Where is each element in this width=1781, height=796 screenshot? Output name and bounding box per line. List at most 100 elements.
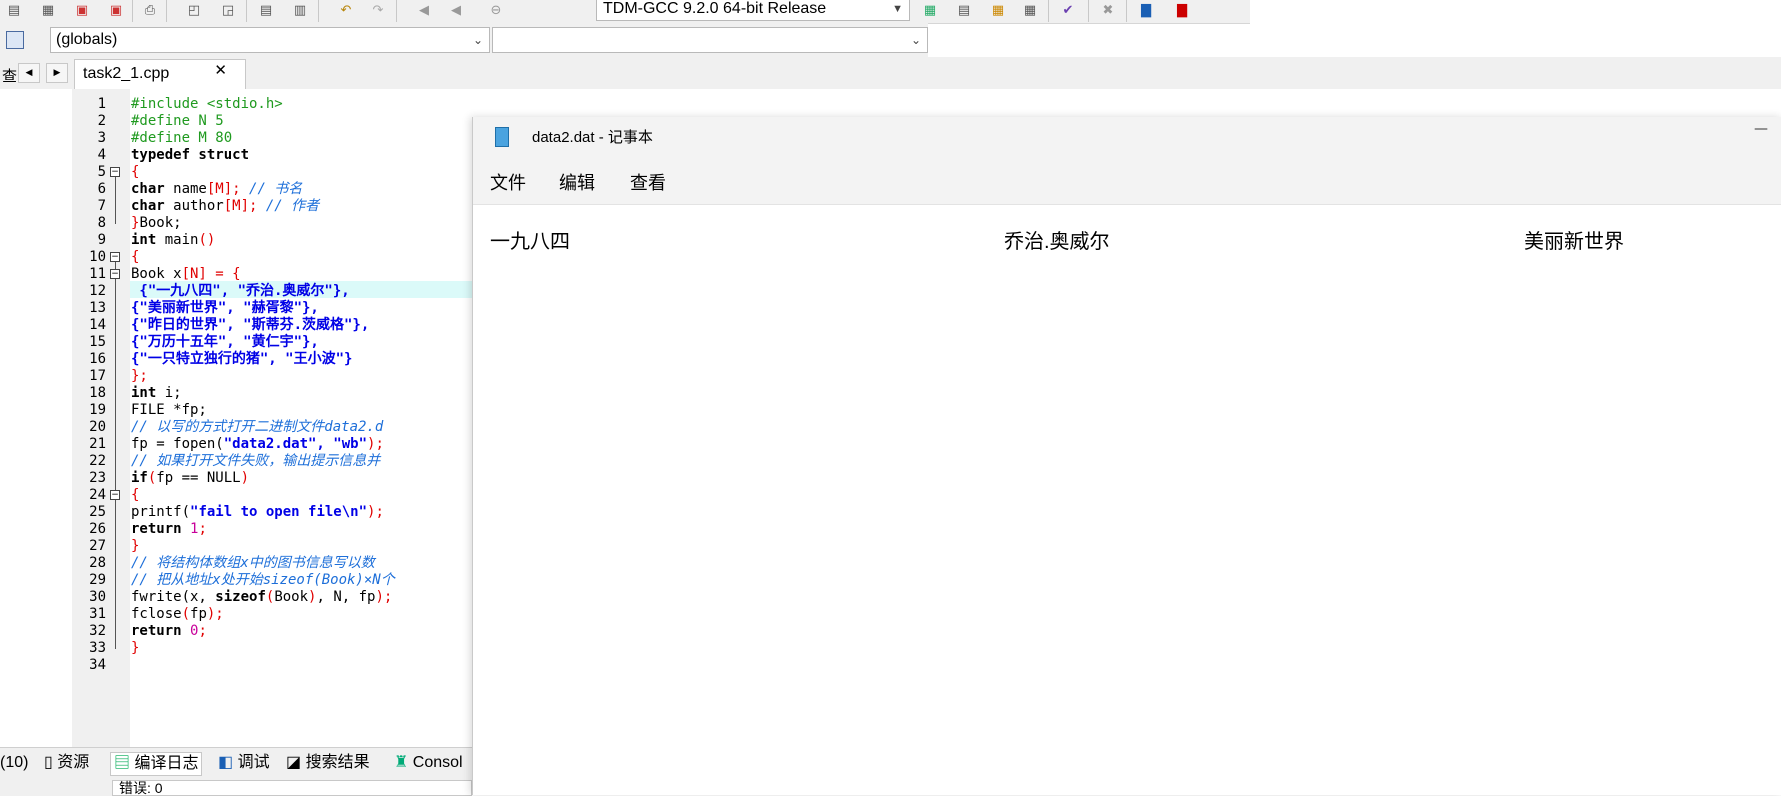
code-token: {"万历十五年", "黄仁宇"}, [131,334,319,350]
code-line[interactable]: { [131,487,139,504]
notepad-titlebar[interactable]: data2.dat - 记事本 — [473,117,1781,157]
line-number: 10 [89,249,106,265]
code-token: , N, fp [316,589,376,605]
bookmark-icon[interactable]: ▥ [290,1,310,19]
code-token: main [156,232,199,248]
member-combo[interactable]: ⌄ [492,27,928,53]
grid-icon[interactable]: ▦ [988,1,1008,19]
code-line[interactable]: fwrite(x, sizeof(Book), N, fp); [131,589,392,606]
run-icon[interactable]: ◀ [446,1,466,19]
code-line[interactable]: typedef struct [131,147,249,164]
chevron-down-icon: ⌄ [910,33,921,47]
fold-toggle-icon[interactable]: − [110,252,120,262]
notepad-text-title1[interactable]: 一九八四 [490,225,570,254]
code-line[interactable]: { [131,249,139,266]
window-icon[interactable]: ▤ [954,1,974,19]
tab-messages[interactable]: (10) [0,752,28,774]
tab-debug[interactable]: ◧ 调试 [218,752,270,774]
fold-toggle-icon[interactable]: − [110,167,120,177]
minimize-icon[interactable]: — [1754,121,1768,137]
tab-scroll-left-button[interactable]: ◀ [18,63,40,83]
tab-resources[interactable]: ▯ 资源 [44,752,89,774]
class-browser-icon[interactable] [6,31,24,49]
new-file-icon[interactable]: ▤ [4,1,24,19]
menu-edit[interactable]: 编辑 [559,169,595,195]
code-line[interactable]: {"美丽新世界", "赫胥黎"}, [131,300,319,317]
save-icon[interactable]: ▦ [38,1,58,19]
profile-icon[interactable]: ▇ [1172,1,1192,19]
code-line[interactable]: }Book; [131,215,182,232]
code-line[interactable]: {"一只特立独行的猪", "王小波"} [131,351,352,368]
side-panel-label: 查 [2,67,18,85]
code-line[interactable]: { [131,164,139,181]
tab-compile-log[interactable]: ▤ 编译日志 [110,752,203,776]
check-icon[interactable]: ✔ [1058,1,1078,19]
layout-icon[interactable]: ▦ [920,1,940,19]
line-number: 21 [89,436,106,452]
print-icon[interactable]: ⎙ [140,1,160,19]
tab-scroll-right-button[interactable]: ▶ [46,63,68,83]
tab-label: 编译日志 [134,755,199,772]
close-file-icon[interactable]: ▣ [106,1,126,19]
replace-icon[interactable]: ◲ [218,1,238,19]
notepad-text-title2[interactable]: 美丽新世界 [1524,225,1624,254]
delete-icon[interactable]: ✖ [1098,1,1118,19]
menu-view[interactable]: 查看 [630,169,666,195]
find-icon[interactable]: ◰ [184,1,204,19]
code-line[interactable]: Book x[N] = { [131,266,241,283]
code-line[interactable]: {"昨日的世界", "斯蒂芬.茨威格"}, [131,317,369,334]
code-token: // 如果打开文件失败，输出提示信息并 [131,453,381,469]
line-number: 25 [89,504,106,520]
tab-label: Consol [412,754,463,771]
save-all-icon[interactable]: ▣ [72,1,92,19]
code-line[interactable]: {"万历十五年", "黄仁宇"}, [131,334,319,351]
code-line[interactable]: FILE *fp; [131,402,207,419]
line-number: 13 [89,300,106,316]
goto-icon[interactable]: ▤ [256,1,276,19]
stop-icon[interactable]: ⊖ [486,1,506,19]
code-token: [M]; [206,181,241,197]
tiles-icon[interactable]: ▦ [1020,1,1040,19]
redo-icon[interactable]: ↷ [368,1,388,19]
code-token: }; [131,368,148,384]
code-line[interactable]: int main() [131,232,215,249]
code-line[interactable]: {"一九八四", "乔治.奥威尔"}, [131,283,349,300]
compile-icon[interactable]: ◀ [414,1,434,19]
code-line[interactable]: // 将结构体数组x中的图书信息写以数 [131,555,375,572]
code-line[interactable]: #define M 80 [131,130,232,147]
code-line[interactable]: if(fp == NULL) [131,470,249,487]
code-token: Book [274,589,309,605]
fold-toggle-icon[interactable]: − [110,490,120,500]
tab-console[interactable]: ♜ Consol [394,752,463,774]
code-token: // 作者 [257,198,320,214]
code-line[interactable]: // 以写的方式打开二进制文件data2.d [131,419,383,436]
code-line[interactable]: fp = fopen("data2.dat", "wb"); [131,436,384,453]
project-panel [0,89,73,747]
code-line[interactable]: }; [131,368,148,385]
code-token: author [164,198,224,214]
code-line[interactable]: // 如果打开文件失败，输出提示信息并 [131,453,380,470]
code-line[interactable]: // 把从地址x处开始sizeof(Book)×N个 [131,572,395,589]
code-token: { [131,164,140,180]
code-line[interactable]: #define N 5 [131,113,224,130]
code-line[interactable]: return 1; [131,521,207,538]
notepad-text-author1[interactable]: 乔治.奥威尔 [1004,225,1110,254]
scope-combo[interactable]: (globals) ⌄ [50,27,490,53]
tab-search-results[interactable]: ◪ 搜索结果 [286,752,370,774]
code-line[interactable]: } [131,640,139,657]
tab-task2-1-cpp[interactable]: task2_1.cpp ✕ [74,59,246,89]
code-line[interactable]: int i; [131,385,182,402]
code-line[interactable]: #include <stdio.h> [131,96,283,113]
code-line[interactable]: return 0; [131,623,207,640]
code-line[interactable]: } [131,538,139,555]
close-icon[interactable]: ✕ [214,57,227,85]
chart-icon[interactable]: ▇ [1136,1,1156,19]
compiler-select[interactable]: TDM-GCC 9.2.0 64-bit Release ▼ [596,0,910,21]
undo-icon[interactable]: ↶ [336,1,356,19]
code-line[interactable]: fclose(fp); [131,606,224,623]
code-line[interactable]: char author[M]; // 作者 [131,198,319,215]
menu-file[interactable]: 文件 [490,169,526,195]
fold-toggle-icon[interactable]: − [110,269,120,279]
code-line[interactable]: printf("fail to open file\n"); [131,504,384,521]
code-line[interactable]: char name[M]; // 书名 [131,181,302,198]
